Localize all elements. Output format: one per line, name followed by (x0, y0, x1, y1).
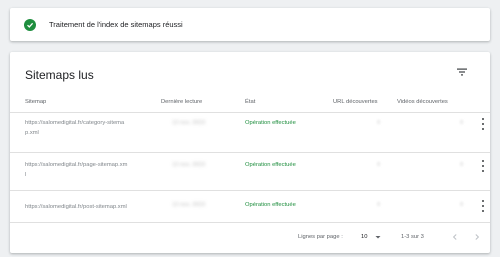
discovered-videos-count: 0 (460, 162, 464, 168)
column-header-state[interactable]: État (245, 99, 255, 105)
discovered-videos-count: 0 (460, 202, 464, 208)
sitemap-url-line: p.xml (25, 130, 39, 136)
card-title: Sitemaps lus (25, 68, 94, 82)
table-row[interactable]: https://salomedigital.fr/category-sitema… (10, 118, 490, 142)
sitemap-url-line: https://salomedigital.fr/category-sitema (25, 120, 125, 126)
discovered-urls-count: 0 (377, 162, 381, 168)
pagination-range: 1-3 sur 3 (401, 234, 424, 240)
last-read-date: 12 nov. 2023 (172, 120, 206, 126)
column-header-last-read[interactable]: Dernière lecture (161, 99, 202, 105)
row-divider (10, 222, 490, 223)
discovered-videos-count: 0 (460, 120, 464, 126)
discovered-urls-count: 0 (377, 120, 381, 126)
more-vert-icon[interactable] (480, 160, 486, 172)
check-circle-icon (24, 18, 36, 31)
last-read-date: 12 nov. 2023 (172, 162, 206, 168)
last-read-date: 12 nov. 2023 (172, 202, 206, 208)
table-row[interactable]: https://salomedigital.fr/page-sitemap.xm… (10, 160, 490, 184)
success-banner: Traitement de l'index de sitemaps réussi (10, 8, 490, 41)
sitemap-url: https://salomedigital.fr/page-sitemap.xm… (25, 160, 165, 180)
column-header-urls[interactable]: URL découvertes (333, 99, 378, 105)
sitemap-url-line: https://salomedigital.fr/page-sitemap.xm (25, 162, 128, 168)
sitemap-url: https://salomedigital.fr/post-sitemap.xm… (25, 202, 165, 212)
column-header-sitemap[interactable]: Sitemap (25, 99, 46, 105)
rows-per-page-select[interactable]: 10 (361, 234, 367, 240)
sitemap-url: https://salomedigital.fr/category-sitema… (25, 118, 165, 138)
more-vert-icon[interactable] (480, 118, 486, 130)
chevron-right-icon[interactable] (472, 232, 482, 242)
status-text: Opération effectuée (245, 202, 296, 208)
column-header-videos[interactable]: Vidéos découvertes (397, 99, 448, 105)
more-vert-icon[interactable] (480, 200, 486, 212)
filter-icon[interactable] (456, 65, 468, 77)
chevron-down-icon[interactable] (373, 232, 383, 242)
rows-per-page-label: Lignes par page : (298, 234, 343, 240)
row-divider (10, 152, 490, 153)
sitemaps-card: Sitemaps lus Sitemap Dernière lecture Ét… (10, 52, 490, 253)
sitemap-url-line: l (25, 172, 27, 178)
chevron-left-icon[interactable] (450, 232, 460, 242)
status-text: Opération effectuée (245, 120, 296, 126)
discovered-urls-count: 0 (377, 202, 381, 208)
header-divider (10, 112, 490, 113)
sitemap-url-line: https://salomedigital.fr/post-sitemap.xm… (25, 204, 127, 210)
status-text: Opération effectuée (245, 162, 296, 168)
success-message: Traitement de l'index de sitemaps réussi (49, 20, 183, 29)
row-divider (10, 190, 490, 191)
